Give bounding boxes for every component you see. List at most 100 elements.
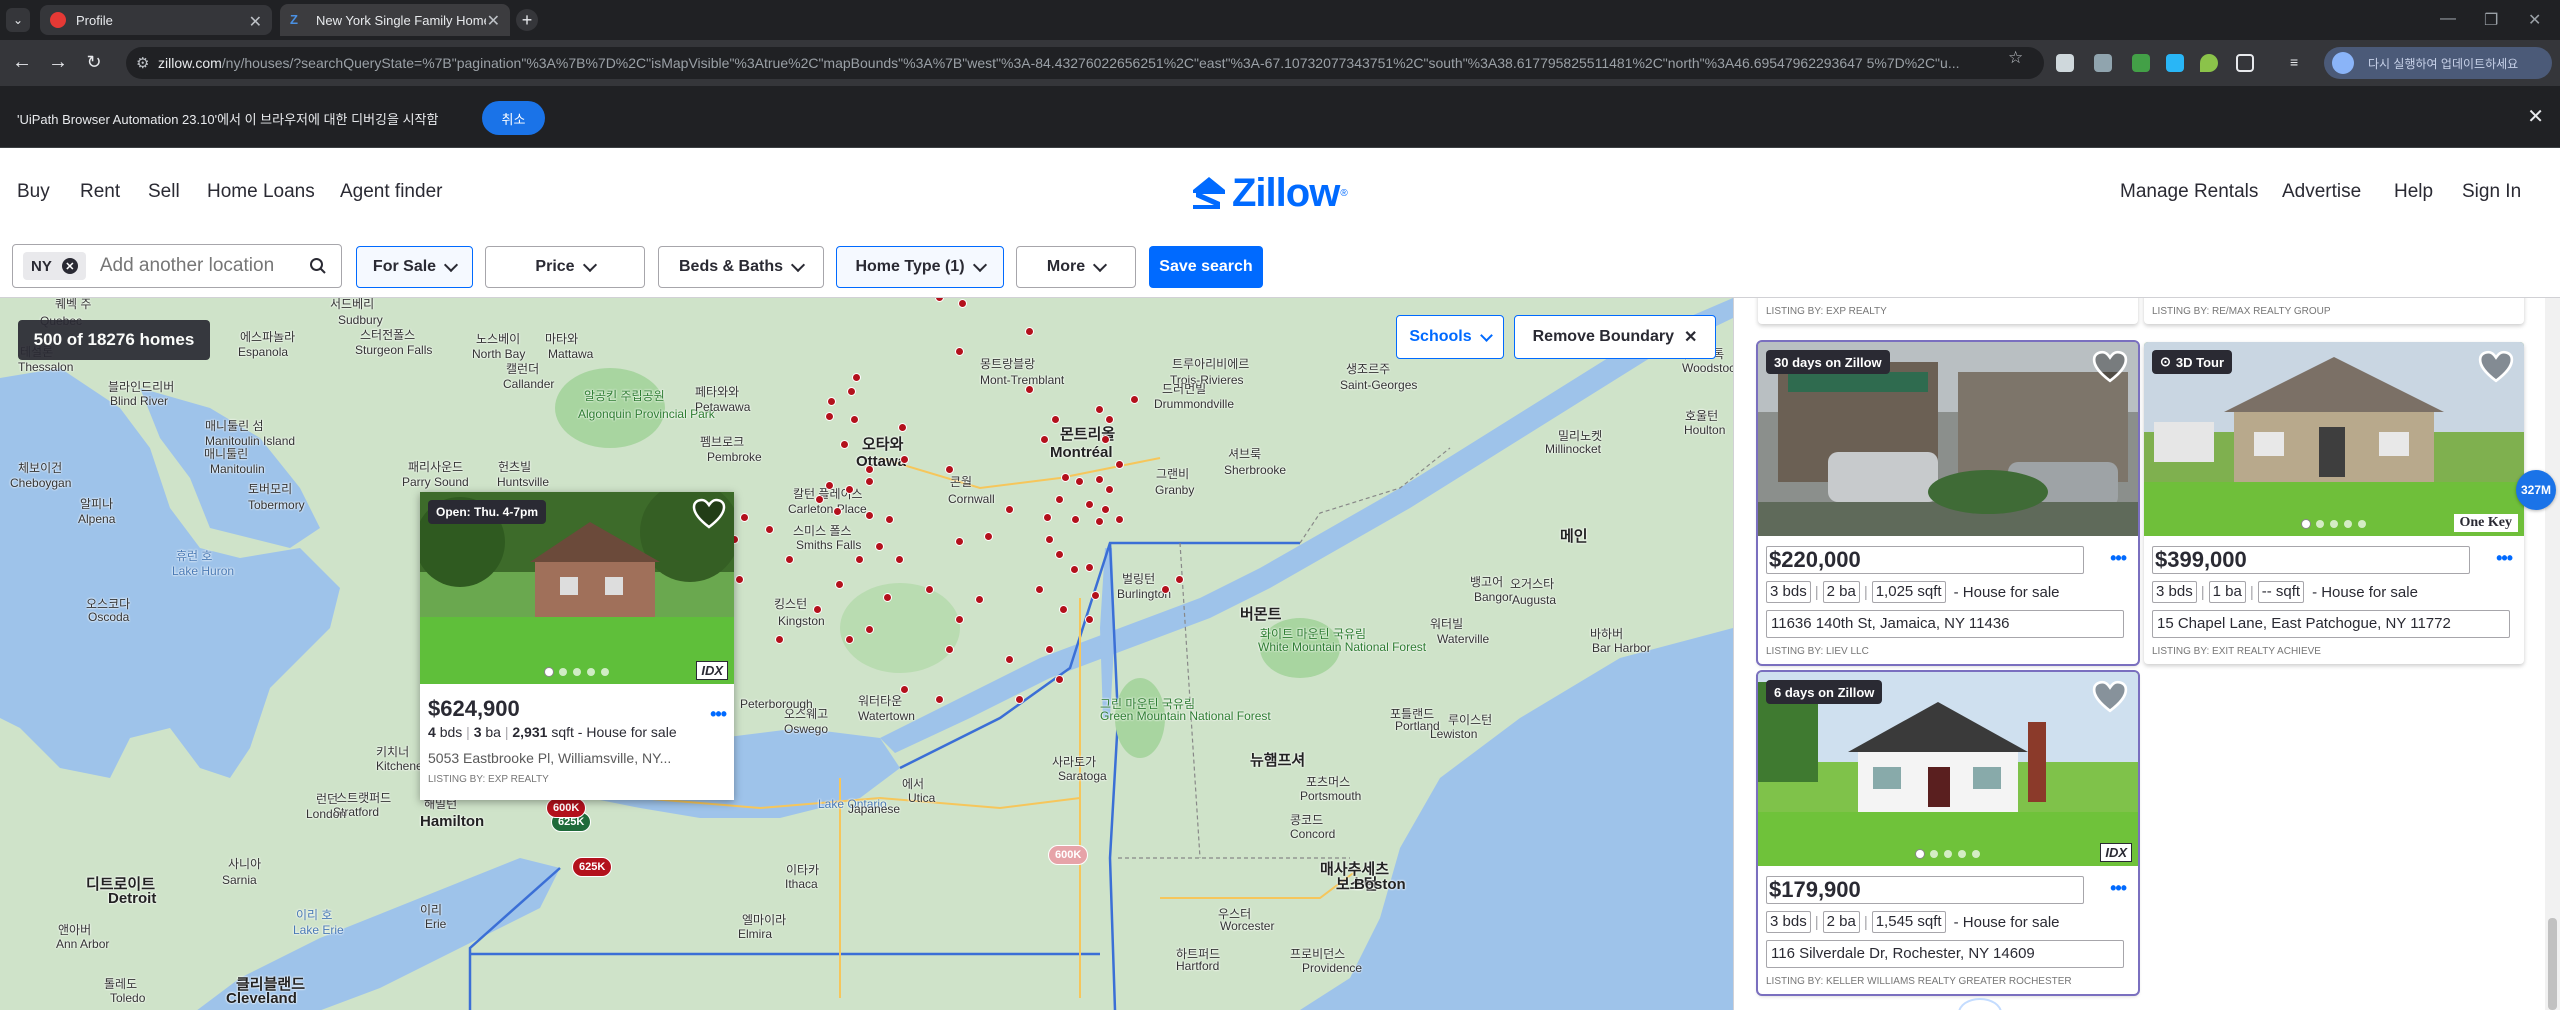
search-input[interactable]: Add another location bbox=[100, 255, 274, 277]
tab-close-icon[interactable]: ✕ bbox=[249, 12, 262, 32]
nav-agent-finder[interactable]: Agent finder bbox=[340, 181, 442, 203]
minimize-icon[interactable]: — bbox=[2440, 10, 2456, 28]
listing-dot[interactable] bbox=[925, 585, 934, 594]
listing-dot[interactable] bbox=[835, 580, 844, 589]
nav-sign-in[interactable]: Sign In bbox=[2462, 181, 2521, 203]
listing-dot[interactable] bbox=[1055, 550, 1064, 559]
listing-dot[interactable] bbox=[815, 495, 824, 504]
listing-dot[interactable] bbox=[840, 440, 849, 449]
tab-profile[interactable]: Profile ✕ bbox=[40, 5, 272, 35]
listing-address[interactable]: 11636 140th St, Jamaica, NY 11436 bbox=[1766, 610, 2124, 638]
home-type-dropdown[interactable]: Home Type (1) bbox=[836, 246, 1004, 288]
listing-dot[interactable] bbox=[865, 465, 874, 474]
load-more-indicator[interactable] bbox=[1958, 998, 2002, 1010]
listing-dot[interactable] bbox=[850, 415, 859, 424]
listing-dot[interactable] bbox=[785, 555, 794, 564]
listing-dot[interactable] bbox=[1061, 473, 1070, 482]
listing-dot[interactable] bbox=[1071, 515, 1080, 524]
nav-sell[interactable]: Sell bbox=[148, 181, 180, 203]
listing-dot[interactable] bbox=[1161, 585, 1170, 594]
heart-icon[interactable] bbox=[2478, 350, 2514, 384]
listing-dot[interactable] bbox=[955, 615, 964, 624]
more-dropdown[interactable]: More bbox=[1016, 246, 1136, 288]
listing-dot[interactable] bbox=[1005, 505, 1014, 514]
listing-dot[interactable] bbox=[825, 412, 834, 421]
scrollbar-thumb[interactable] bbox=[2548, 918, 2557, 1010]
restore-icon[interactable]: ❐ bbox=[2484, 10, 2498, 30]
extension-icon[interactable] bbox=[2056, 54, 2074, 72]
listing-dot[interactable] bbox=[1055, 675, 1064, 684]
map-pin-icon[interactable] bbox=[2200, 54, 2218, 72]
listing-dot[interactable] bbox=[883, 593, 892, 602]
scrollbar[interactable] bbox=[2545, 298, 2560, 1010]
listing-photo[interactable]: 6 days on Zillow IDX bbox=[1758, 672, 2138, 866]
side-panel-chip[interactable]: 327M bbox=[2516, 470, 2556, 510]
listing-dot[interactable] bbox=[1085, 615, 1094, 624]
heart-icon[interactable] bbox=[2092, 350, 2128, 384]
listing-dot[interactable] bbox=[975, 595, 984, 604]
star-icon[interactable]: ☆ bbox=[2008, 48, 2023, 68]
listing-dot[interactable] bbox=[1051, 415, 1060, 424]
site-info-icon[interactable]: ⚙ bbox=[136, 54, 149, 72]
listing-dot[interactable] bbox=[1101, 505, 1110, 514]
listing-dot[interactable] bbox=[945, 645, 954, 654]
listing-dot[interactable] bbox=[852, 373, 861, 382]
listing-dot[interactable] bbox=[827, 397, 836, 406]
listing-dot[interactable] bbox=[955, 537, 964, 546]
nav-buy[interactable]: Buy bbox=[17, 181, 50, 203]
listing-dot[interactable] bbox=[958, 299, 967, 308]
address-bar[interactable]: ⚙ zillow.com/ny/houses/?searchQueryState… bbox=[126, 47, 2044, 79]
more-options-icon[interactable]: ••• bbox=[2110, 548, 2127, 569]
listing-dot[interactable] bbox=[1005, 655, 1014, 664]
location-chip[interactable]: NY ✕ bbox=[23, 252, 86, 280]
more-options-icon[interactable]: ••• bbox=[2496, 548, 2513, 569]
listing-address[interactable]: 5053 Eastbrooke Pl, Williamsville, NY... bbox=[428, 750, 671, 766]
listing-dot[interactable] bbox=[1085, 563, 1094, 572]
for-sale-dropdown[interactable]: For Sale bbox=[356, 246, 473, 288]
listing-dot[interactable] bbox=[945, 465, 954, 474]
close-icon[interactable]: ✕ bbox=[2527, 104, 2544, 129]
listing-card-stub[interactable]: LISTING BY: EXP REALTY bbox=[1758, 298, 2138, 324]
nav-rent[interactable]: Rent bbox=[80, 181, 120, 203]
zillow-logo[interactable]: Zillow ® bbox=[1190, 170, 1348, 216]
listing-dot[interactable] bbox=[865, 477, 874, 486]
listing-dot[interactable] bbox=[895, 555, 904, 564]
listing-dot[interactable] bbox=[875, 542, 884, 551]
listing-dot[interactable] bbox=[935, 695, 944, 704]
close-window-icon[interactable]: ✕ bbox=[2528, 10, 2541, 30]
more-options-icon[interactable]: ••• bbox=[2110, 878, 2127, 899]
forward-icon[interactable]: → bbox=[46, 51, 70, 74]
tab-zillow[interactable]: Z New York Single Family Home ✕ bbox=[280, 4, 510, 36]
nav-help[interactable]: Help bbox=[2394, 181, 2433, 203]
listing-card[interactable]: 30 days on Zillow $220,000 ••• 3 bds | 2 … bbox=[1756, 340, 2140, 666]
cancel-button[interactable]: 취소 bbox=[482, 101, 545, 135]
puzzle-icon[interactable] bbox=[2236, 54, 2254, 72]
photo-pager[interactable] bbox=[1758, 850, 2138, 858]
listing-dot[interactable] bbox=[1059, 605, 1068, 614]
price-pin[interactable]: 600K bbox=[546, 798, 587, 818]
price-pin[interactable]: 625K bbox=[572, 857, 613, 877]
search-icon[interactable] bbox=[309, 257, 327, 275]
listing-dot[interactable] bbox=[1075, 477, 1084, 486]
listing-dot[interactable] bbox=[740, 513, 749, 522]
listing-dot[interactable] bbox=[845, 485, 854, 494]
listing-dot[interactable] bbox=[775, 635, 784, 644]
listing-dot[interactable] bbox=[1095, 517, 1104, 526]
listing-address[interactable]: 116 Silverdale Dr, Rochester, NY 14609 bbox=[1766, 940, 2124, 968]
heart-icon[interactable] bbox=[692, 498, 726, 530]
listing-dot[interactable] bbox=[865, 511, 874, 520]
map-listing-popup[interactable]: Open: Thu. 4-7pm IDX $624,900 ••• 4 bds … bbox=[420, 492, 734, 800]
listing-dot[interactable] bbox=[1025, 327, 1034, 336]
listing-photo[interactable]: Open: Thu. 4-7pm IDX bbox=[420, 492, 734, 684]
price-dropdown[interactable]: Price bbox=[485, 246, 645, 288]
remove-boundary-button[interactable]: Remove Boundary ✕ bbox=[1514, 315, 1716, 359]
extension-icon[interactable] bbox=[2132, 54, 2150, 72]
listing-dot[interactable] bbox=[1035, 585, 1044, 594]
extension-icon[interactable] bbox=[2166, 54, 2184, 72]
profile-update-button[interactable]: 다시 실행하여 업데이트하세요 bbox=[2324, 47, 2552, 79]
listing-dot[interactable] bbox=[813, 605, 822, 614]
map[interactable]: 퀘벡 주Quebec에스파놀라Espanola서드베리Sudbury스터전폴스S… bbox=[0, 298, 1733, 1010]
listing-photo[interactable]: ⊙ 3D Tour One Key bbox=[2144, 342, 2524, 536]
listing-dot[interactable] bbox=[1025, 385, 1034, 394]
nav-home-loans[interactable]: Home Loans bbox=[207, 181, 315, 203]
